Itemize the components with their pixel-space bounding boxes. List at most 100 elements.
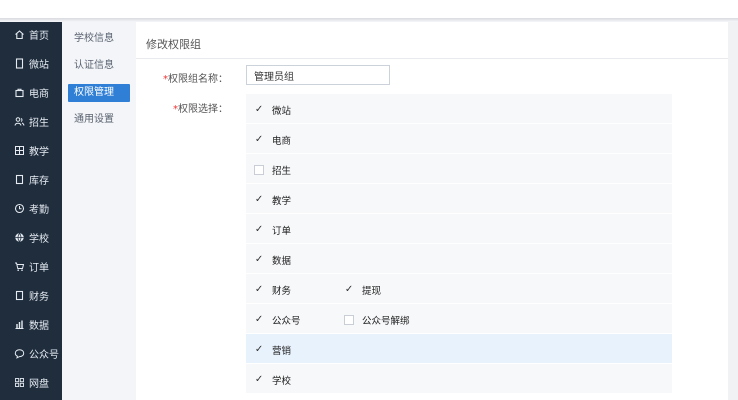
- checkbox-checked-icon[interactable]: ✓: [254, 105, 264, 115]
- people-icon: [14, 116, 25, 127]
- sidebar-item-13[interactable]: 网盘: [0, 368, 62, 397]
- permission-row: ✓ 营销: [246, 334, 672, 364]
- permission-option-label: 公众号: [272, 316, 301, 327]
- sidebar-item-label: 考勤: [29, 205, 49, 216]
- permission-option-label: 营销: [272, 346, 292, 357]
- permission-option[interactable]: ✓ 学校: [254, 373, 292, 388]
- permission-option[interactable]: 招生: [254, 163, 291, 177]
- permission-label-text: 权限选择：: [178, 104, 228, 115]
- sidebar-item-label: 网盘: [29, 379, 49, 390]
- permission-option-label: 微站: [272, 106, 292, 117]
- permission-option-label: 提现: [362, 286, 382, 297]
- permission-option[interactable]: ✓ 微站: [254, 103, 292, 118]
- permission-option-label: 数据: [272, 256, 292, 267]
- wallet-icon: [14, 290, 25, 301]
- mobile-icon: [14, 58, 25, 69]
- permission-option[interactable]: ✓ 营销: [254, 343, 292, 358]
- sidebar-item-label: 首页: [29, 31, 49, 42]
- sidebar-item-1[interactable]: 首页: [0, 20, 62, 49]
- subnav-item-2[interactable]: 认证信息: [68, 57, 130, 75]
- sub-sidebar: 学校信息认证信息权限管理通用设置: [62, 22, 137, 400]
- permission-option-label: 招生: [272, 166, 292, 177]
- checkbox-unchecked-icon[interactable]: [344, 315, 354, 325]
- group-name-label: *权限组名称：: [148, 70, 228, 85]
- grid-icon: [14, 145, 25, 156]
- permission-option-label: 学校: [272, 376, 292, 387]
- bag-icon: [14, 87, 25, 98]
- permission-option[interactable]: ✓ 电商: [254, 133, 292, 148]
- permission-row: ✓ 教学: [246, 184, 672, 214]
- title-divider: [136, 58, 728, 59]
- permission-row: ✓ 公众号 公众号解绑: [246, 304, 672, 334]
- checkbox-checked-icon[interactable]: ✓: [254, 195, 264, 205]
- right-gutter: [728, 22, 738, 400]
- checkbox-checked-icon[interactable]: ✓: [254, 345, 264, 355]
- permission-row: ✓ 订单: [246, 214, 672, 244]
- sidebar-item-label: 财务: [29, 292, 49, 303]
- permission-label: *权限选择：: [148, 100, 228, 115]
- permission-option[interactable]: ✓ 教学: [254, 193, 292, 208]
- permission-row: ✓ 数据: [246, 244, 672, 274]
- page-title: 修改权限组: [146, 38, 201, 51]
- sidebar-item-7[interactable]: 考勤: [0, 194, 62, 223]
- group-name-label-text: 权限组名称：: [168, 74, 228, 85]
- sidebar-item-label: 库存: [29, 176, 49, 187]
- sidebar-item-label: 微站: [29, 60, 49, 71]
- sidebar-item-label: 教学: [29, 147, 49, 158]
- sidebar-item-5[interactable]: 教学: [0, 136, 62, 165]
- sidebar-item-11[interactable]: 数据: [0, 310, 62, 339]
- checkbox-checked-icon[interactable]: ✓: [254, 225, 264, 235]
- bar-chart-icon: [14, 319, 25, 330]
- sidebar-item-2[interactable]: 微站: [0, 49, 62, 78]
- checkbox-checked-icon[interactable]: ✓: [344, 285, 354, 295]
- sidebar-item-6[interactable]: 库存: [0, 165, 62, 194]
- main-sidebar: 首页微站电商招生教学库存考勤学校订单财务数据公众号网盘: [0, 22, 62, 400]
- permission-row: ✓ 电商: [246, 124, 672, 154]
- main-content: 修改权限组 *权限组名称： *权限选择： ✓ 微站 ✓ 电商招生 ✓ 教学 ✓ 订单 ✓ 数据 ✓ 财…: [136, 22, 728, 400]
- group-name-input[interactable]: [246, 65, 390, 85]
- permission-option[interactable]: 公众号解绑: [344, 313, 410, 327]
- sidebar-item-label: 公众号: [29, 350, 59, 361]
- chat-icon: [14, 348, 25, 359]
- cloud-grid-icon: [14, 377, 25, 388]
- sidebar-item-4[interactable]: 招生: [0, 107, 62, 136]
- checkbox-checked-icon[interactable]: ✓: [254, 375, 264, 385]
- permission-option[interactable]: ✓ 数据: [254, 253, 292, 268]
- sidebar-item-label: 学校: [29, 234, 49, 245]
- sidebar-item-12[interactable]: 公众号: [0, 339, 62, 368]
- permission-row: ✓ 财务 ✓ 提现: [246, 274, 672, 304]
- sidebar-item-label: 订单: [29, 263, 49, 274]
- checkbox-checked-icon[interactable]: ✓: [254, 135, 264, 145]
- permission-option-label: 订单: [272, 226, 292, 237]
- permission-option-label: 公众号解绑: [362, 316, 410, 327]
- home-icon: [14, 29, 25, 40]
- sidebar-item-label: 招生: [29, 118, 49, 129]
- permission-row: 招生: [246, 154, 672, 184]
- sidebar-item-10[interactable]: 财务: [0, 281, 62, 310]
- subnav-item-1[interactable]: 学校信息: [68, 30, 130, 48]
- permission-option-label: 电商: [272, 136, 292, 147]
- cart-icon: [14, 261, 25, 272]
- checkbox-checked-icon[interactable]: ✓: [254, 285, 264, 295]
- checkbox-checked-icon[interactable]: ✓: [254, 255, 264, 265]
- sidebar-item-label: 电商: [29, 89, 49, 100]
- box-icon: [14, 174, 25, 185]
- permission-option[interactable]: ✓ 提现: [344, 283, 382, 298]
- permission-option[interactable]: ✓ 订单: [254, 223, 292, 238]
- permission-option[interactable]: ✓ 公众号: [254, 313, 301, 328]
- globe-icon: [14, 232, 25, 243]
- clock-icon: [14, 203, 25, 214]
- sidebar-item-3[interactable]: 电商: [0, 78, 62, 107]
- sidebar-item-8[interactable]: 学校: [0, 223, 62, 252]
- subnav-item-3[interactable]: 权限管理: [68, 84, 130, 102]
- permission-row: ✓ 学校: [246, 364, 672, 394]
- permission-row: ✓ 微站: [246, 94, 672, 124]
- subnav-item-4[interactable]: 通用设置: [68, 111, 130, 129]
- permission-option-label: 教学: [272, 196, 292, 207]
- permission-option[interactable]: ✓ 财务: [254, 283, 291, 298]
- sidebar-item-9[interactable]: 订单: [0, 252, 62, 281]
- top-bar: [0, 0, 738, 18]
- sidebar-item-label: 数据: [29, 321, 49, 332]
- checkbox-unchecked-icon[interactable]: [254, 165, 264, 175]
- checkbox-checked-icon[interactable]: ✓: [254, 315, 264, 325]
